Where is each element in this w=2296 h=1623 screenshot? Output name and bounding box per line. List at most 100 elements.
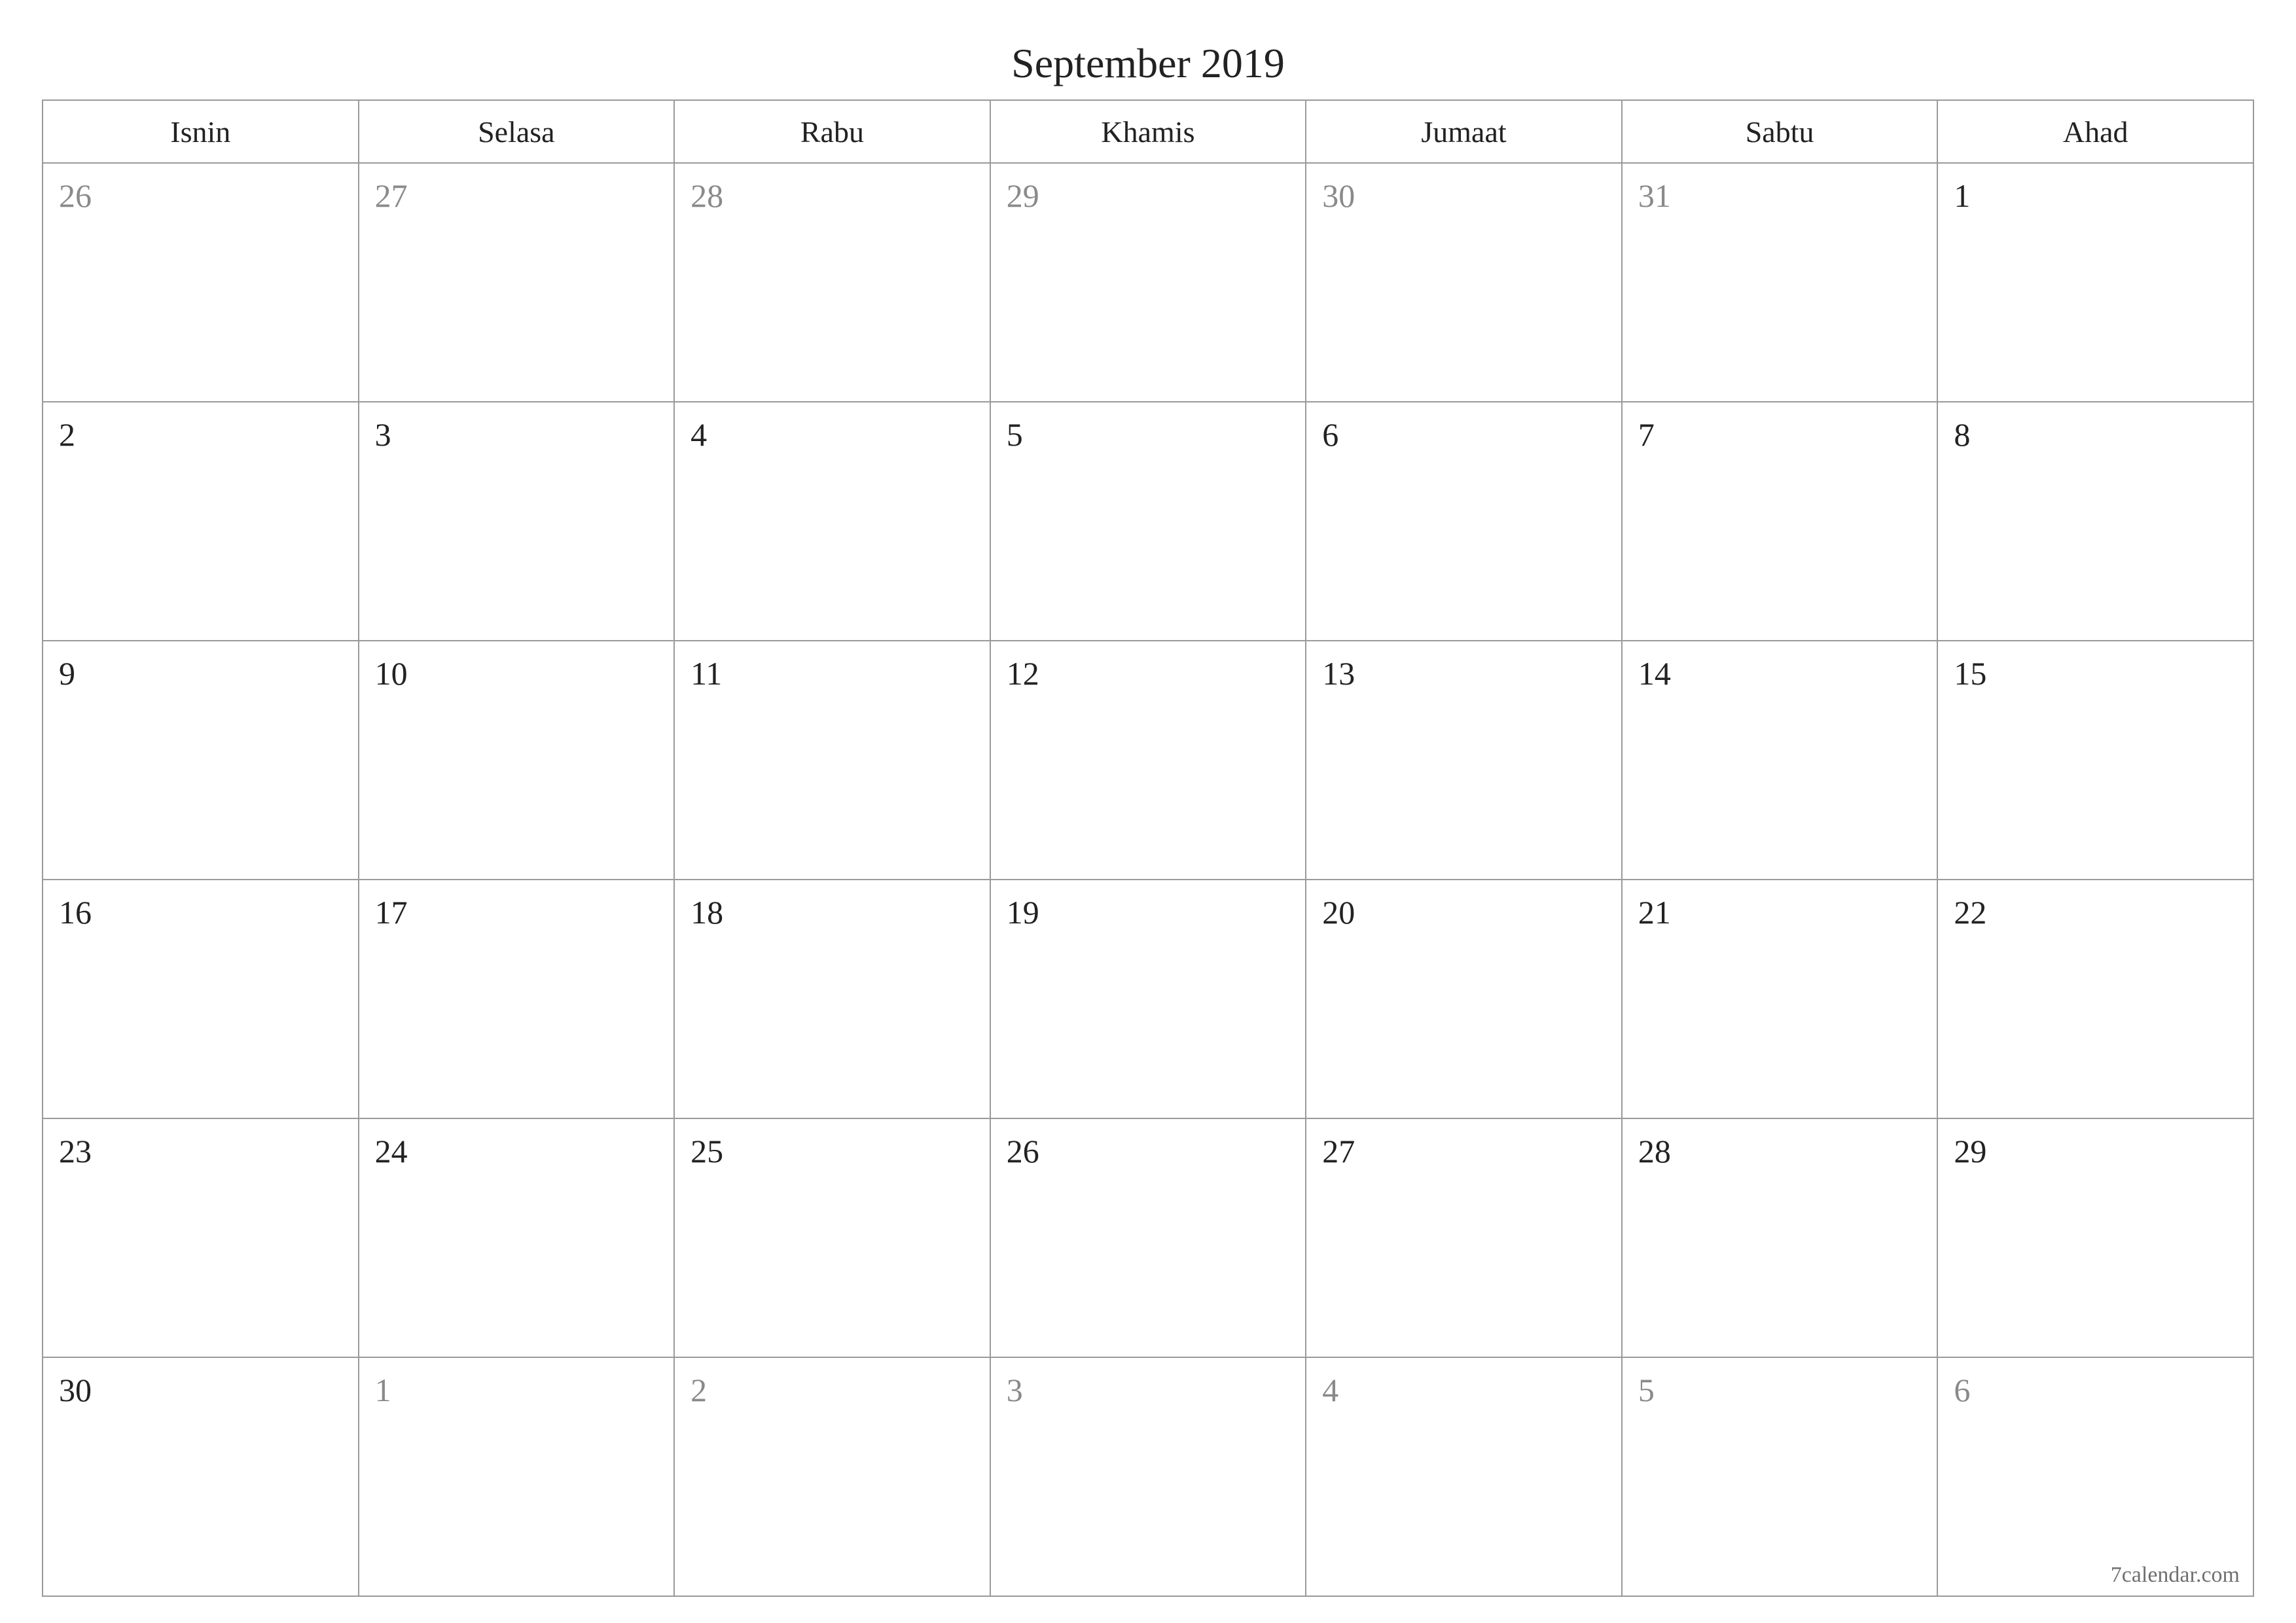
day-number: 26 [59, 177, 92, 214]
day-number: 30 [1322, 177, 1355, 214]
calendar-day-cell: 30 [43, 1357, 359, 1596]
calendar-day-cell: 26 [990, 1118, 1306, 1357]
calendar-day-cell: 21 [1622, 880, 1938, 1118]
day-number: 11 [691, 655, 722, 692]
day-number: 16 [59, 894, 92, 931]
day-number: 15 [1954, 655, 1986, 692]
calendar-day-cell: 11 [674, 641, 990, 880]
day-number: 4 [1322, 1372, 1338, 1408]
calendar-day-cell: 27 [1306, 1118, 1622, 1357]
day-number: 28 [691, 177, 723, 214]
calendar-day-cell: 3 [359, 402, 675, 641]
day-number: 10 [375, 655, 408, 692]
calendar-day-cell: 17 [359, 880, 675, 1118]
day-number: 2 [691, 1372, 707, 1408]
calendar-day-cell: 7 [1622, 402, 1938, 641]
day-number: 23 [59, 1133, 92, 1169]
calendar-day-cell: 2 [43, 402, 359, 641]
calendar-week-row: 16 17 18 19 20 21 22 [43, 880, 2253, 1118]
day-number: 22 [1954, 894, 1986, 931]
calendar-day-cell: 1 [359, 1357, 675, 1596]
day-number: 6 [1322, 416, 1338, 453]
calendar-day-cell: 26 [43, 163, 359, 402]
calendar-body: 2627282930311234567891011121314151617181… [43, 163, 2253, 1596]
calendar-day-cell: 5 [1622, 1357, 1938, 1596]
calendar-day-cell: 24 [359, 1118, 675, 1357]
day-number: 27 [375, 177, 408, 214]
footer-credit: 7calendar.com [2111, 1563, 2240, 1588]
calendar-day-cell: 30 [1306, 163, 1622, 402]
day-number: 31 [1638, 177, 1671, 214]
day-number: 13 [1322, 655, 1355, 692]
weekday-header: Khamis [990, 100, 1306, 163]
calendar-day-cell: 29 [1937, 1118, 2253, 1357]
calendar-day-cell: 4 [674, 402, 990, 641]
weekday-header-row: Isnin Selasa Rabu Khamis Jumaat Sabtu Ah… [43, 100, 2253, 163]
calendar-day-cell: 25 [674, 1118, 990, 1357]
calendar-day-cell: 13 [1306, 641, 1622, 880]
calendar-day-cell: 19 [990, 880, 1306, 1118]
calendar-day-cell: 15 [1937, 641, 2253, 880]
day-number: 21 [1638, 894, 1671, 931]
calendar-day-cell: 16 [43, 880, 359, 1118]
day-number: 14 [1638, 655, 1671, 692]
weekday-header: Rabu [674, 100, 990, 163]
weekday-header: Sabtu [1622, 100, 1938, 163]
weekday-header: Ahad [1937, 100, 2253, 163]
calendar-day-cell: 5 [990, 402, 1306, 641]
weekday-header: Jumaat [1306, 100, 1622, 163]
calendar-day-cell: 20 [1306, 880, 1622, 1118]
weekday-header: Isnin [43, 100, 359, 163]
day-number: 1 [1954, 177, 1970, 214]
day-number: 7 [1638, 416, 1655, 453]
day-number: 3 [375, 416, 391, 453]
day-number: 26 [1007, 1133, 1039, 1169]
calendar-day-cell: 9 [43, 641, 359, 880]
calendar-day-cell: 28 [1622, 1118, 1938, 1357]
calendar-day-cell: 29 [990, 163, 1306, 402]
calendar-day-cell: 27 [359, 163, 675, 402]
day-number: 19 [1007, 894, 1039, 931]
calendar-title: September 2019 [42, 39, 2254, 88]
day-number: 5 [1638, 1372, 1655, 1408]
calendar-day-cell: 14 [1622, 641, 1938, 880]
day-number: 30 [59, 1372, 92, 1408]
weekday-header: Selasa [359, 100, 675, 163]
calendar-day-cell: 22 [1937, 880, 2253, 1118]
day-number: 1 [375, 1372, 391, 1408]
calendar-day-cell: 18 [674, 880, 990, 1118]
calendar-day-cell: 8 [1937, 402, 2253, 641]
day-number: 18 [691, 894, 723, 931]
day-number: 3 [1007, 1372, 1023, 1408]
day-number: 12 [1007, 655, 1039, 692]
calendar-day-cell: 3 [990, 1357, 1306, 1596]
calendar-day-cell: 31 [1622, 163, 1938, 402]
day-number: 17 [375, 894, 408, 931]
day-number: 29 [1954, 1133, 1986, 1169]
calendar-grid: Isnin Selasa Rabu Khamis Jumaat Sabtu Ah… [42, 99, 2254, 1597]
calendar-page: September 2019 Isnin Selasa Rabu Khamis … [0, 0, 2296, 1623]
calendar-week-row: 2 3 4 5 6 7 8 [43, 402, 2253, 641]
calendar-day-cell: 6 [1306, 402, 1622, 641]
day-number: 2 [59, 416, 75, 453]
day-number: 8 [1954, 416, 1970, 453]
calendar-day-cell: 28 [674, 163, 990, 402]
day-number: 24 [375, 1133, 408, 1169]
calendar-day-cell: 10 [359, 641, 675, 880]
day-number: 27 [1322, 1133, 1355, 1169]
day-number: 29 [1007, 177, 1039, 214]
day-number: 28 [1638, 1133, 1671, 1169]
day-number: 20 [1322, 894, 1355, 931]
calendar-day-cell: 2 [674, 1357, 990, 1596]
day-number: 9 [59, 655, 75, 692]
day-number: 4 [691, 416, 707, 453]
calendar-day-cell: 4 [1306, 1357, 1622, 1596]
calendar-day-cell: 1 [1937, 163, 2253, 402]
calendar-week-row: 9 10 11 12 13 14 15 [43, 641, 2253, 880]
calendar-day-cell: 23 [43, 1118, 359, 1357]
day-number: 5 [1007, 416, 1023, 453]
day-number: 25 [691, 1133, 723, 1169]
calendar-week-row: 23 24 25 26 27 28 29 [43, 1118, 2253, 1357]
calendar-day-cell: 67calendar.com [1937, 1357, 2253, 1596]
calendar-day-cell: 12 [990, 641, 1306, 880]
